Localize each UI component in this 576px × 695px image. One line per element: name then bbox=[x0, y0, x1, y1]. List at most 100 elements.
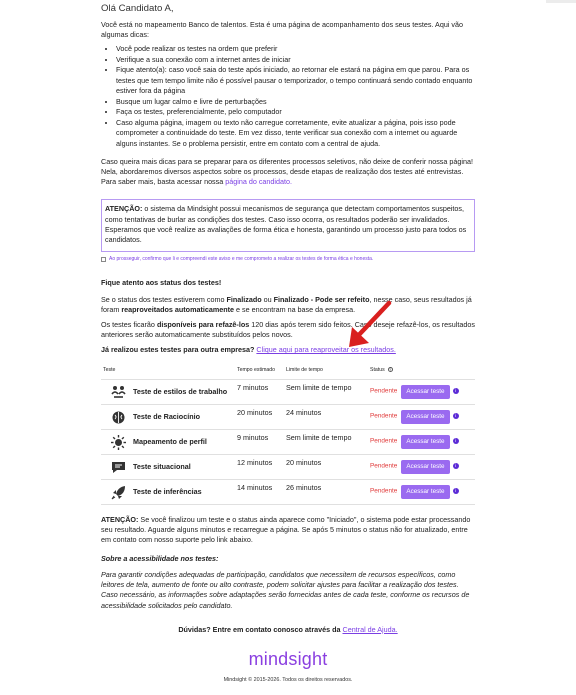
candidate-page-link[interactable]: página do candidato. bbox=[225, 177, 292, 186]
test-name: Teste situacional bbox=[133, 461, 191, 471]
status-cell: Pendente Acessar teste i bbox=[368, 429, 475, 455]
table-row: Teste de estilos de trabalho 7 minutos S… bbox=[101, 379, 475, 405]
test-time: 12 minutos bbox=[235, 454, 284, 480]
test-limit: 26 minutos bbox=[284, 479, 368, 506]
test-name: Teste de Raciocínio bbox=[133, 411, 200, 421]
tip-item: Verifique a sua conexão com a internet a… bbox=[116, 55, 475, 65]
info-icon[interactable]: i bbox=[452, 437, 459, 444]
tips-list: Você pode realizar os testes na ordem qu… bbox=[116, 44, 475, 149]
scrollbar[interactable] bbox=[546, 0, 576, 3]
status-badge: Pendente bbox=[370, 412, 398, 420]
test-name-cell: Teste de Raciocínio bbox=[101, 404, 235, 430]
more-tips: Caso queira mais dicas para se preparar … bbox=[101, 157, 475, 188]
status-text: Se o status dos testes estiverem como bbox=[101, 294, 225, 304]
tip-item: Faça os testes, preferencialmente, pelo … bbox=[116, 107, 475, 117]
status-cell: Pendente Acessar teste i bbox=[368, 379, 475, 405]
accessibility-text: Para garantir condições adequadas de par… bbox=[101, 569, 470, 610]
header-limite: Limite de tempo bbox=[286, 366, 323, 373]
intro-text: Você está no mapeamento Banco de talento… bbox=[101, 19, 464, 39]
info-icon[interactable]: i bbox=[452, 487, 459, 494]
help-line: Dúvidas? Entre em contato conosco atravé… bbox=[101, 625, 475, 635]
status-paragraph-1: Se o status dos testes estiverem como Fi… bbox=[101, 295, 475, 315]
help-text: Dúvidas? Entre em contato conosco atravé… bbox=[178, 624, 341, 634]
confirm-text: Ao prosseguir, confirmo que li e compree… bbox=[109, 256, 374, 263]
rocket-icon bbox=[110, 484, 127, 501]
access-test-button[interactable]: Acessar teste bbox=[401, 435, 450, 450]
greeting: Olá Candidato A, bbox=[101, 3, 174, 14]
info-icon[interactable]: i bbox=[452, 462, 459, 469]
header-teste: Teste bbox=[103, 366, 116, 373]
status-disponiveis: disponíveis para refazê-los bbox=[156, 320, 250, 330]
table-header: Teste Tempo estimado Limite de tempo Sta… bbox=[101, 366, 475, 380]
test-name-cell: Teste de inferências bbox=[101, 479, 235, 506]
tip-item: Caso alguma página, imagem ou texto não … bbox=[116, 118, 475, 149]
reuse-question: Já realizou estes testes para outra empr… bbox=[101, 345, 475, 355]
test-limit: Sem limite de tempo bbox=[284, 379, 368, 405]
test-limit: 20 minutos bbox=[284, 454, 368, 480]
status-cell: Pendente Acessar teste i bbox=[368, 404, 475, 430]
status-text: ou bbox=[263, 294, 272, 304]
brain-icon bbox=[110, 409, 127, 426]
test-name-cell: Teste situacional bbox=[101, 454, 235, 480]
status-badge: Pendente bbox=[370, 462, 398, 470]
warning-label: ATENÇÃO: bbox=[105, 204, 143, 214]
test-name-cell: Mapeamento de perfil bbox=[101, 429, 235, 455]
test-time: 14 minutos bbox=[235, 479, 284, 506]
test-limit: 24 minutos bbox=[284, 404, 368, 430]
accessibility-title: Sobre a acessibilidade nos testes: bbox=[101, 553, 219, 563]
warning-text: o sistema da Mindsight possui mecanismos… bbox=[105, 204, 467, 245]
table-row: Teste de inferências 14 minutos 26 minut… bbox=[101, 479, 475, 506]
confirm-row: Ao prosseguir, confirmo que li e compree… bbox=[101, 256, 475, 263]
access-test-button[interactable]: Acessar teste bbox=[401, 460, 450, 475]
confirm-checkbox[interactable] bbox=[101, 257, 106, 263]
status-reaproveitados: reaproveitados automaticamente bbox=[121, 304, 235, 314]
status-text: e se encontram na base da empresa. bbox=[236, 304, 356, 314]
header-status-label: Status bbox=[370, 366, 385, 373]
test-limit: Sem limite de tempo bbox=[284, 429, 368, 455]
test-name: Mapeamento de perfil bbox=[133, 436, 207, 446]
status-badge: Pendente bbox=[370, 487, 398, 495]
test-name: Teste de inferências bbox=[133, 486, 202, 496]
table-row: Mapeamento de perfil 9 minutos Sem limit… bbox=[101, 429, 475, 455]
status-title: Fique atento aos status dos testes! bbox=[101, 278, 222, 288]
info-icon[interactable]: i bbox=[452, 412, 459, 419]
chat-icon bbox=[110, 459, 127, 476]
tip-item: Você pode realizar os testes na ordem qu… bbox=[116, 44, 475, 54]
tests-table: Teste Tempo estimado Limite de tempo Sta… bbox=[101, 366, 475, 506]
notice-text: Se você finalizou um teste e o status ai… bbox=[101, 515, 471, 545]
help-icon[interactable]: ? bbox=[387, 366, 393, 372]
info-icon[interactable]: i bbox=[452, 387, 459, 394]
header-status: Status? bbox=[368, 366, 475, 380]
status-cell: Pendente Acessar teste i bbox=[368, 479, 475, 506]
status-badge: Pendente bbox=[370, 437, 398, 445]
test-time: 20 minutos bbox=[235, 404, 284, 430]
notice-label: ATENÇÃO: bbox=[101, 515, 139, 525]
test-name-cell: Teste de estilos de trabalho bbox=[101, 379, 235, 405]
processing-notice: ATENÇÃO: Se você finalizou um teste e o … bbox=[101, 515, 475, 546]
team-icon bbox=[110, 384, 127, 401]
mindsight-logo: mindsight bbox=[248, 649, 328, 670]
security-warning-box: ATENÇÃO: o sistema da Mindsight possui m… bbox=[101, 199, 475, 253]
tip-item: Busque um lugar calmo e livre de perturb… bbox=[116, 97, 475, 107]
access-test-button[interactable]: Acessar teste bbox=[401, 485, 450, 500]
status-cell: Pendente Acessar teste i bbox=[368, 454, 475, 480]
tip-item: Fique atento(a): caso você saia do teste… bbox=[116, 65, 475, 96]
profile-icon bbox=[110, 434, 127, 451]
status-badge: Pendente bbox=[370, 387, 398, 395]
table-row: Teste de Raciocínio 20 minutos 24 minuto… bbox=[101, 404, 475, 430]
test-time: 7 minutos bbox=[235, 379, 284, 405]
help-center-link[interactable]: Central de Ajuda. bbox=[343, 625, 398, 634]
status-paragraph-2: Os testes ficarão disponíveis para refaz… bbox=[101, 320, 475, 340]
access-test-button[interactable]: Acessar teste bbox=[401, 385, 450, 400]
table-row: Teste situacional 12 minutos 20 minutos … bbox=[101, 454, 475, 480]
annotation-arrow-icon bbox=[349, 300, 392, 347]
copyright: Mindsight © 2015-2026. Todos os direitos… bbox=[223, 676, 353, 683]
status-finalizado: Finalizado bbox=[226, 294, 262, 304]
test-name: Teste de estilos de trabalho bbox=[133, 386, 228, 396]
header-tempo: Tempo estimado bbox=[237, 366, 276, 373]
access-test-button[interactable]: Acessar teste bbox=[401, 410, 450, 425]
reuse-question-text: Já realizou estes testes para outra empr… bbox=[101, 345, 255, 355]
main-content: Olá Candidato A, Você está no mapeamento… bbox=[101, 2, 475, 684]
status-text: Os testes ficarão bbox=[101, 320, 155, 330]
test-time: 9 minutos bbox=[235, 429, 284, 455]
